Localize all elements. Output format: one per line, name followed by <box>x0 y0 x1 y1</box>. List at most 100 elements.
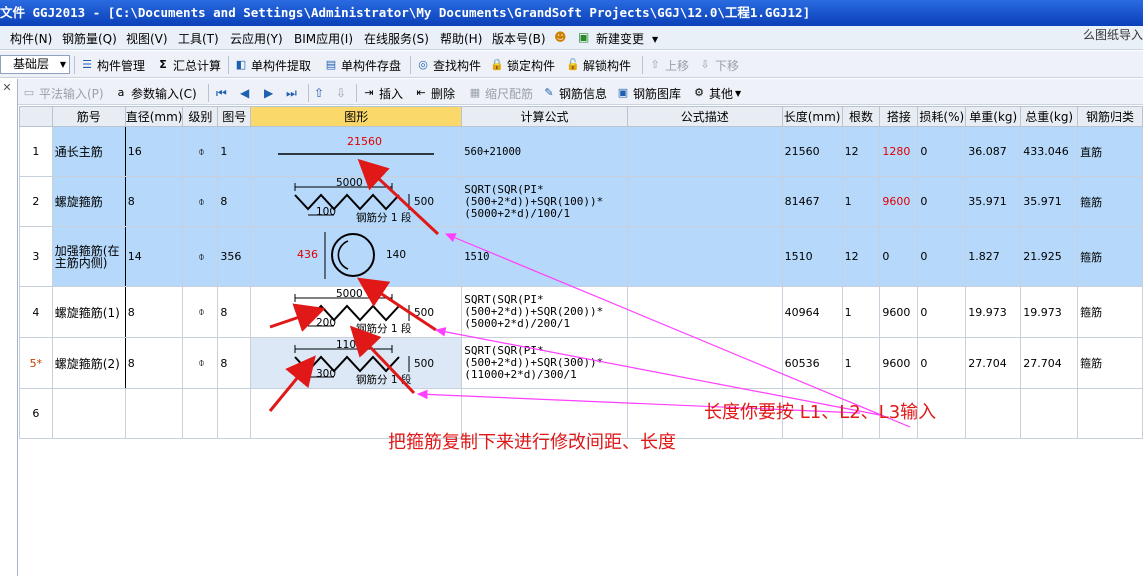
cell-fig_no[interactable]: 8 <box>217 337 252 389</box>
cell-formula[interactable]: SQRT(SQR(PI*(500+2*d))+SQR(200))*(5000+2… <box>461 286 628 338</box>
chevron-down-icon[interactable]: ▼ <box>652 35 658 44</box>
cell-fig_no[interactable] <box>217 388 252 439</box>
cell-loss[interactable]: 0 <box>917 286 967 338</box>
cell-formula[interactable]: 560+21000 <box>461 126 628 177</box>
column-header[interactable]: 根数 <box>841 106 881 127</box>
table-row[interactable]: 3 加强箍筋(在主筋内侧) 14 ⌽ 356 436 140 1510 1510 12 0 0 1.82… <box>19 226 1143 287</box>
cell-cat[interactable]: 箍筋 <box>1077 286 1143 338</box>
menu-bim[interactable]: BIM应用(I) <box>294 30 353 47</box>
cell-dia[interactable]: 14 <box>124 226 184 287</box>
cell-lap[interactable]: 9600 <box>879 176 919 227</box>
first-record-icon[interactable]: ⏮ <box>216 84 227 102</box>
table-row[interactable]: 1 通长主筋 16 ⌽ 1 21560 560+21000 21560 12 1280 0 36.08… <box>19 126 1143 177</box>
cell-total_w[interactable]: 19.973 <box>1020 286 1079 338</box>
cell-lap[interactable]: 9600 <box>879 337 919 389</box>
cell-grade[interactable] <box>182 388 219 439</box>
cell-count[interactable]: 1 <box>841 286 881 338</box>
cell-loss[interactable]: 0 <box>917 337 967 389</box>
cell-unit_w[interactable]: 35.971 <box>965 176 1022 227</box>
cell-lap[interactable]: 9600 <box>879 286 919 338</box>
cell-count[interactable]: 12 <box>841 226 881 287</box>
cell-cat[interactable]: 箍筋 <box>1077 337 1143 389</box>
column-header[interactable]: 公式描述 <box>626 106 783 127</box>
cell-total_w[interactable]: 21.925 <box>1020 226 1079 287</box>
cell-no[interactable]: 4 <box>19 286 53 338</box>
cell-fig_no[interactable]: 8 <box>217 176 252 227</box>
save-component-button[interactable]: ▤ 单构件存盘 <box>324 56 401 74</box>
cell-no[interactable]: 6 <box>19 388 53 439</box>
other-button[interactable]: ⚙ 其他 ▼ <box>692 84 741 102</box>
column-header[interactable]: 总重(kg) <box>1020 106 1079 127</box>
cell-loss[interactable]: 0 <box>917 126 967 177</box>
cell-formula[interactable]: 1510 <box>461 226 628 287</box>
cell-total_w[interactable]: 27.704 <box>1020 337 1079 389</box>
cell-length[interactable]: 1510 <box>781 226 843 287</box>
cell-unit_w[interactable]: 27.704 <box>965 337 1022 389</box>
extract-button[interactable]: ◧ 单构件提取 <box>234 56 311 74</box>
cell-name[interactable] <box>51 388 126 439</box>
cell-fig_no[interactable]: 356 <box>217 226 252 287</box>
cell-grade[interactable]: ⌽ <box>182 226 219 287</box>
cell-desc[interactable] <box>626 286 783 338</box>
rebar-info-button[interactable]: ✎ 钢筋信息 <box>542 84 607 102</box>
cell-dia[interactable]: 8 <box>124 176 184 227</box>
cell-fig_no[interactable]: 1 <box>217 126 252 177</box>
cell-loss[interactable]: 0 <box>917 176 967 227</box>
face-icon[interactable]: ☻ <box>554 30 567 44</box>
menu-rebar-qty[interactable]: 钢筋量(Q) <box>62 30 117 47</box>
floor-select[interactable]: 基础层 ▼ <box>0 55 70 74</box>
cell-total_w[interactable] <box>1020 388 1079 439</box>
cell-count[interactable]: 1 <box>841 176 881 227</box>
menu-new-change[interactable]: 新建变更 <box>596 30 644 47</box>
menu-right-text[interactable]: 么图纸导入 <box>1083 26 1143 43</box>
insert-button[interactable]: ⇥ 插入 <box>362 84 403 102</box>
cell-lap[interactable]: 0 <box>879 226 919 287</box>
find-component-button[interactable]: ◎ 查找构件 <box>416 56 481 74</box>
cell-unit_w[interactable] <box>965 388 1022 439</box>
cell-desc[interactable] <box>626 337 783 389</box>
component-manage-button[interactable]: ☰ 构件管理 <box>80 56 145 74</box>
cell-fig[interactable]: 436 140 <box>250 226 463 287</box>
close-icon[interactable]: ✕ <box>0 81 14 95</box>
cell-dia[interactable]: 16 <box>124 126 184 177</box>
column-header[interactable]: 直径(mm) <box>124 106 184 127</box>
cell-fig[interactable]: 21560 <box>250 126 463 177</box>
menu-online[interactable]: 在线服务(S) <box>364 30 429 47</box>
cell-unit_w[interactable]: 1.827 <box>965 226 1022 287</box>
column-header[interactable]: 长度(mm) <box>781 106 843 127</box>
column-header[interactable]: 计算公式 <box>461 106 628 127</box>
unlock-component-button[interactable]: 🔓 解锁构件 <box>566 56 631 74</box>
rebar-library-button[interactable]: ▣ 钢筋图库 <box>616 84 681 102</box>
menu-component[interactable]: 构件(N) <box>10 30 52 47</box>
cell-length[interactable]: 40964 <box>781 286 843 338</box>
cell-no[interactable]: 5* <box>19 337 53 389</box>
cell-grade[interactable]: ⌽ <box>182 337 219 389</box>
table-row[interactable]: 5* 螺旋箍筋(2) 8 ⌽ 8 11000 300 500 钢筋分 1 段 SQRT(SQR(P… <box>19 337 1143 389</box>
row-up-icon[interactable]: ⇧ <box>314 84 324 102</box>
cell-unit_w[interactable]: 19.973 <box>965 286 1022 338</box>
cell-total_w[interactable]: 35.971 <box>1020 176 1079 227</box>
cell-unit_w[interactable]: 36.087 <box>965 126 1022 177</box>
cell-grade[interactable]: ⌽ <box>182 286 219 338</box>
move-down-button[interactable]: ⇩ 下移 <box>698 56 739 74</box>
cell-fig[interactable]: 11000 300 500 钢筋分 1 段 <box>250 337 463 389</box>
cell-name[interactable]: 螺旋箍筋(1) <box>51 286 126 338</box>
cell-no[interactable]: 1 <box>19 126 53 177</box>
row-down-icon[interactable]: ⇩ <box>336 84 346 102</box>
cell-name[interactable]: 加强箍筋(在主筋内侧) <box>51 226 126 287</box>
cell-cat[interactable]: 箍筋 <box>1077 226 1143 287</box>
menu-help[interactable]: 帮助(H) <box>440 30 482 47</box>
column-header[interactable]: 图形 <box>250 106 463 127</box>
cell-dia[interactable] <box>124 388 184 439</box>
cell-formula[interactable]: SQRT(SQR(PI*(500+2*d))+SQR(300))*(11000+… <box>461 337 628 389</box>
menu-cloud[interactable]: 云应用(Y) <box>230 30 283 47</box>
param-input-button[interactable]: a 参数输入(C) <box>114 84 197 102</box>
cell-desc[interactable] <box>626 226 783 287</box>
cell-length[interactable]: 21560 <box>781 126 843 177</box>
cell-desc[interactable] <box>626 176 783 227</box>
lock-component-button[interactable]: 🔒 锁定构件 <box>490 56 555 74</box>
cell-no[interactable]: 3 <box>19 226 53 287</box>
column-header[interactable]: 搭接 <box>879 106 919 127</box>
scale-rebar-button[interactable]: ▦ 缩尺配筋 <box>468 84 533 102</box>
cell-cat[interactable]: 箍筋 <box>1077 176 1143 227</box>
